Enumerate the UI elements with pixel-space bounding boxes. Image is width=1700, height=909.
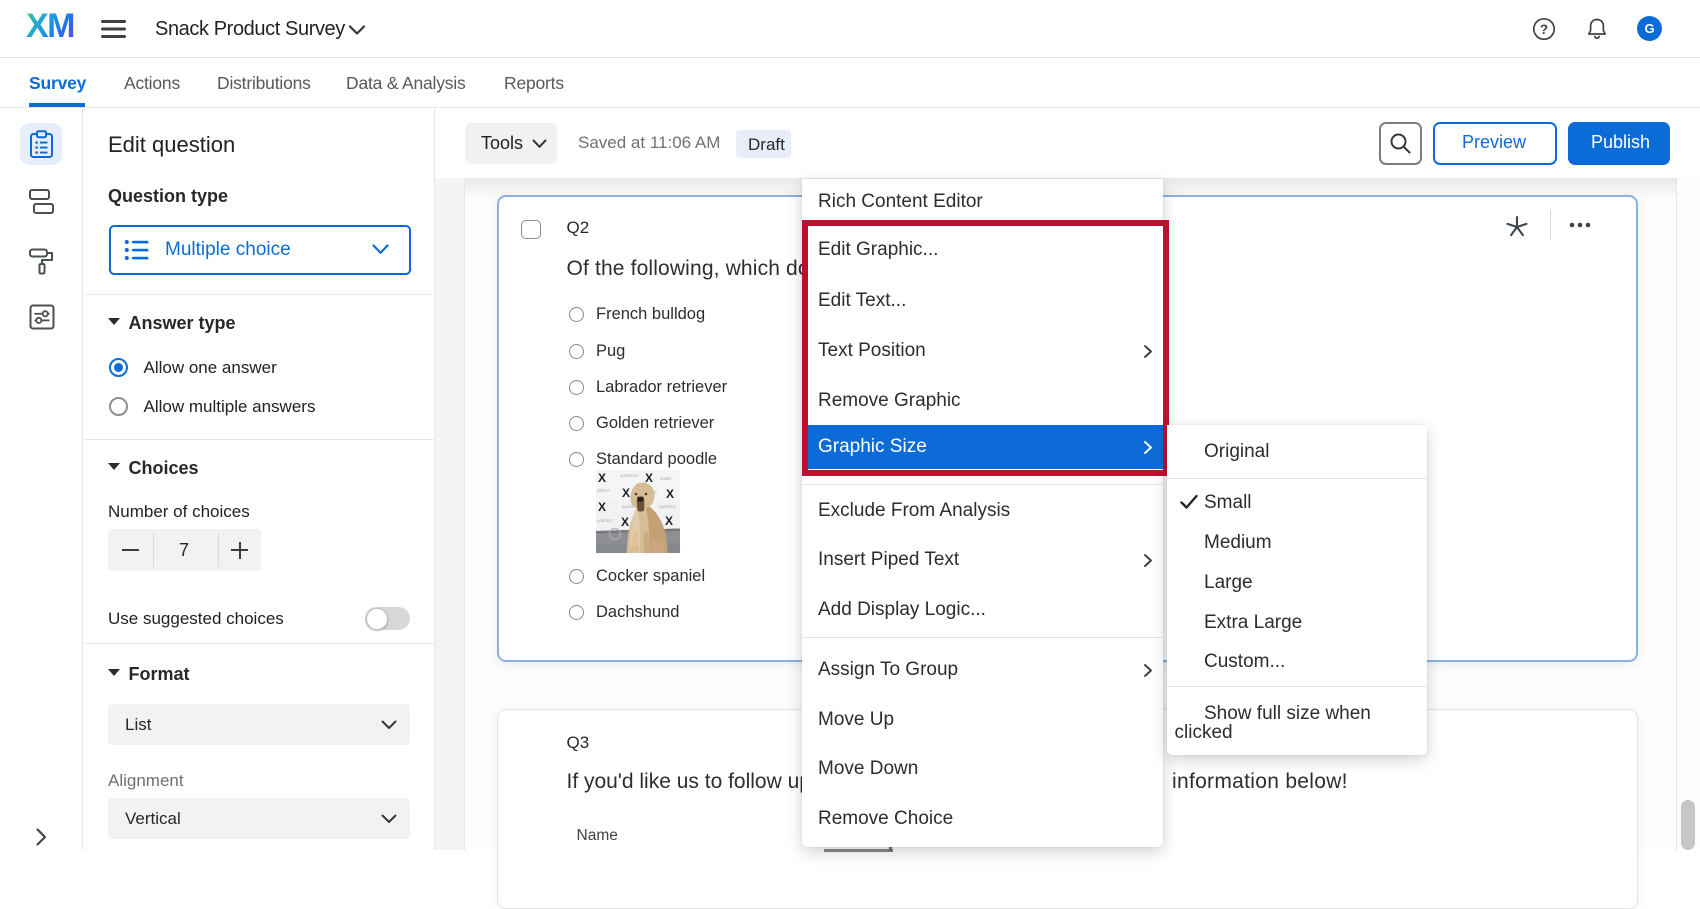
svg-text:ualtrics*: ualtrics* [597, 518, 613, 523]
svg-text:X: X [622, 486, 630, 500]
svg-text:altrics*: altrics* [597, 488, 611, 493]
svg-text:X: X [645, 471, 653, 485]
svg-text:?: ? [1540, 22, 1548, 37]
svg-text:X: X [598, 500, 606, 514]
svg-text:qualtrics*: qualtrics* [620, 473, 639, 478]
svg-text:X: X [665, 514, 673, 528]
svg-text:X: X [598, 471, 606, 485]
svg-text:X: X [621, 515, 629, 529]
svg-text:qualtr: qualtr [660, 476, 672, 481]
svg-text:X: X [666, 487, 674, 501]
svg-text:qualtrics: qualtrics [659, 504, 677, 509]
